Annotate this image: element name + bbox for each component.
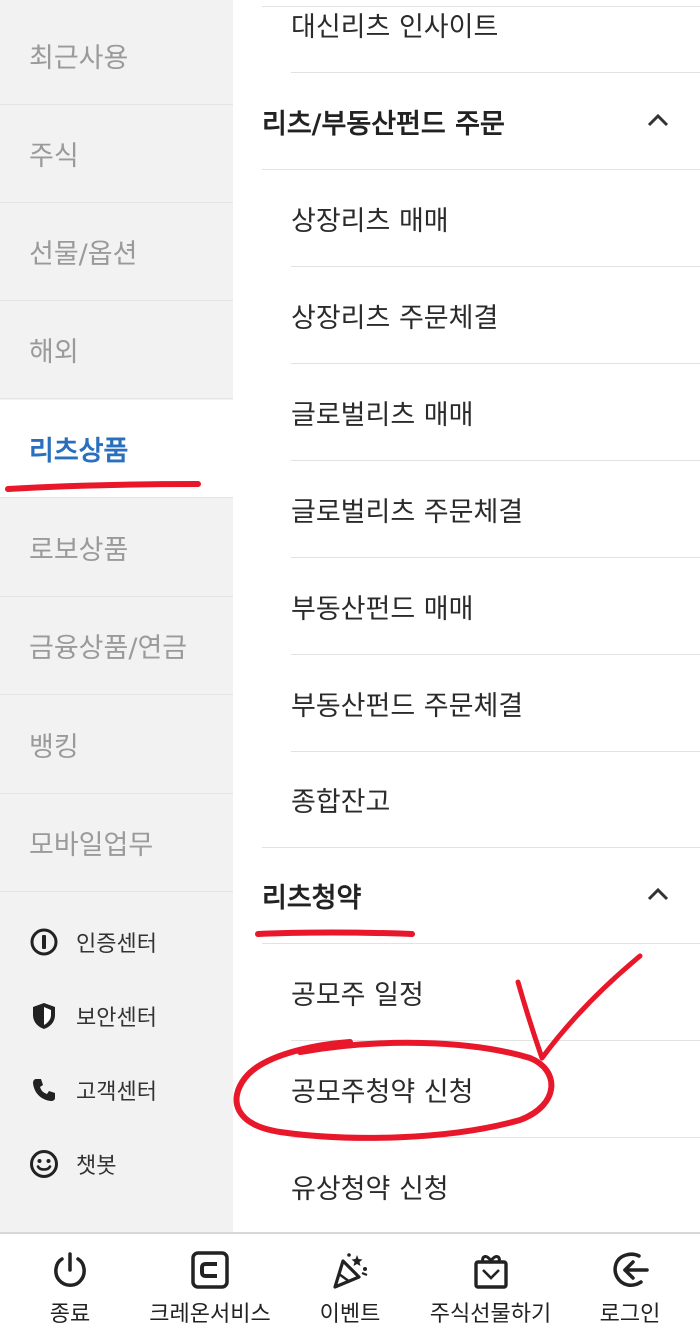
- submenu-panel: 대신리츠 인사이트 리츠/부동산펀드 주문 상장리츠 매매 상장리츠 주문체결 …: [233, 0, 700, 1232]
- bottom-login-button[interactable]: 로그인: [590, 1234, 670, 1328]
- sidebar-util-chatbot[interactable]: 챗봇: [0, 1128, 233, 1200]
- bottom-event-button[interactable]: 이벤트: [305, 1234, 395, 1328]
- sidebar-item-banking[interactable]: 뱅킹: [0, 696, 233, 794]
- bottom-item-label: 이벤트: [319, 1302, 381, 1327]
- menu-item-label: 글로벌리츠 주문체결: [291, 496, 524, 528]
- menu-item-listed-reits-order[interactable]: 상장리츠 주문체결: [291, 267, 700, 364]
- sidebar-util-label: 고객센터: [76, 1080, 157, 1105]
- menu-item-global-reits-trade[interactable]: 글로벌리츠 매매: [291, 364, 700, 461]
- sidebar-item-robo[interactable]: 로보상품: [0, 499, 233, 597]
- section-header-reits-subscription[interactable]: 리츠청약: [262, 847, 700, 944]
- sidebar-item-label: 리츠상품: [29, 436, 129, 467]
- gift-icon: [469, 1248, 513, 1292]
- sidebar-util-label: 인증센터: [76, 932, 157, 957]
- bottom-creon-service-button[interactable]: 크레온서비스: [140, 1234, 280, 1328]
- bottom-item-label: 종료: [49, 1302, 91, 1327]
- chevron-up-icon: [647, 113, 669, 127]
- bottom-item-label: 로그인: [599, 1302, 661, 1327]
- menu-item-label: 상장리츠 주문체결: [291, 302, 499, 334]
- sidebar-util-certificate[interactable]: 인증센터: [0, 906, 233, 978]
- sidebar-item-label: 로보상품: [29, 535, 129, 566]
- section-title: 리츠청약: [262, 882, 362, 914]
- menu-item-ipo-subscription[interactable]: 공모주청약 신청: [291, 1041, 700, 1138]
- phone-icon: [28, 1074, 60, 1106]
- sidebar-item-finance[interactable]: 금융상품/연금: [0, 597, 233, 695]
- bottom-stock-gift-button[interactable]: 주식선물하기: [418, 1234, 563, 1328]
- menu-item-label: 부동산펀드 주문체결: [291, 690, 524, 722]
- creon-icon: [188, 1248, 232, 1292]
- menu-item-realestate-fund-order[interactable]: 부동산펀드 주문체결: [291, 655, 700, 752]
- bottom-item-label: 주식선물하기: [429, 1302, 552, 1327]
- menu-item-label: 부동산펀드 매매: [291, 593, 474, 625]
- sidebar-util-security[interactable]: 보안센터: [0, 980, 233, 1052]
- sidebar-util-label: 챗봇: [76, 1154, 117, 1179]
- menu-item-label: 상장리츠 매매: [291, 205, 449, 237]
- sidebar-item-label: 모바일업무: [29, 830, 154, 861]
- sidebar-item-overseas[interactable]: 해외: [0, 301, 233, 399]
- menu-item-label: 공모주청약 신청: [291, 1076, 474, 1108]
- bottom-item-label: 크레온서비스: [149, 1302, 271, 1327]
- chevron-up-icon: [647, 887, 669, 901]
- section-header-reits-order[interactable]: 리츠/부동산펀드 주문: [262, 73, 700, 170]
- sidebar-item-label: 선물/옵션: [29, 239, 138, 270]
- sidebar-item-mobile[interactable]: 모바일업무: [0, 794, 233, 892]
- section-title: 리츠/부동산펀드 주문: [262, 108, 505, 140]
- menu-item-reits-insight[interactable]: 대신리츠 인사이트: [291, 0, 700, 73]
- sidebar-item-stock[interactable]: 주식: [0, 105, 233, 203]
- party-icon: [328, 1248, 372, 1292]
- menu-item-label: 글로벌리츠 매매: [291, 399, 474, 431]
- sidebar-util-label: 보안센터: [76, 1006, 157, 1031]
- sidebar: 최근사용 주식 선물/옵션 해외 리츠상품 로보상품 금융상품/연금 뱅킹 모바…: [0, 0, 233, 1232]
- menu-item-rights-subscription[interactable]: 유상청약 신청: [291, 1138, 700, 1235]
- sidebar-item-label: 주식: [29, 141, 79, 172]
- menu-item-global-reits-order[interactable]: 글로벌리츠 주문체결: [291, 461, 700, 558]
- sidebar-item-recent[interactable]: 최근사용: [0, 7, 233, 105]
- sidebar-item-label: 금융상품/연금: [29, 633, 188, 664]
- login-icon: [608, 1248, 652, 1292]
- sidebar-item-futures[interactable]: 선물/옵션: [0, 203, 233, 301]
- menu-item-label: 유상청약 신청: [291, 1174, 449, 1205]
- menu-item-realestate-fund-trade[interactable]: 부동산펀드 매매: [291, 558, 700, 655]
- menu-item-listed-reits-trade[interactable]: 상장리츠 매매: [291, 170, 700, 267]
- bottom-toolbar: 종료 크레온서비스 이벤트 주식선물하기 로그인: [0, 1232, 700, 1328]
- sidebar-item-reits[interactable]: 리츠상품: [0, 400, 233, 498]
- menu-item-label: 종합잔고: [291, 786, 391, 818]
- smile-icon: [28, 1148, 60, 1180]
- shield-icon: [28, 1000, 60, 1032]
- menu-item-total-balance[interactable]: 종합잔고: [262, 751, 700, 848]
- bottom-exit-button[interactable]: 종료: [30, 1234, 110, 1328]
- certificate-icon: [28, 926, 60, 958]
- menu-item-label: 대신리츠 인사이트: [291, 11, 499, 43]
- sidebar-item-label: 뱅킹: [29, 732, 79, 763]
- sidebar-item-label: 최근사용: [29, 43, 129, 74]
- power-icon: [48, 1248, 92, 1292]
- menu-item-label: 공모주 일정: [291, 979, 424, 1011]
- sidebar-util-customer[interactable]: 고객센터: [0, 1054, 233, 1126]
- sidebar-item-label: 해외: [29, 337, 79, 368]
- menu-item-ipo-schedule[interactable]: 공모주 일정: [291, 944, 700, 1041]
